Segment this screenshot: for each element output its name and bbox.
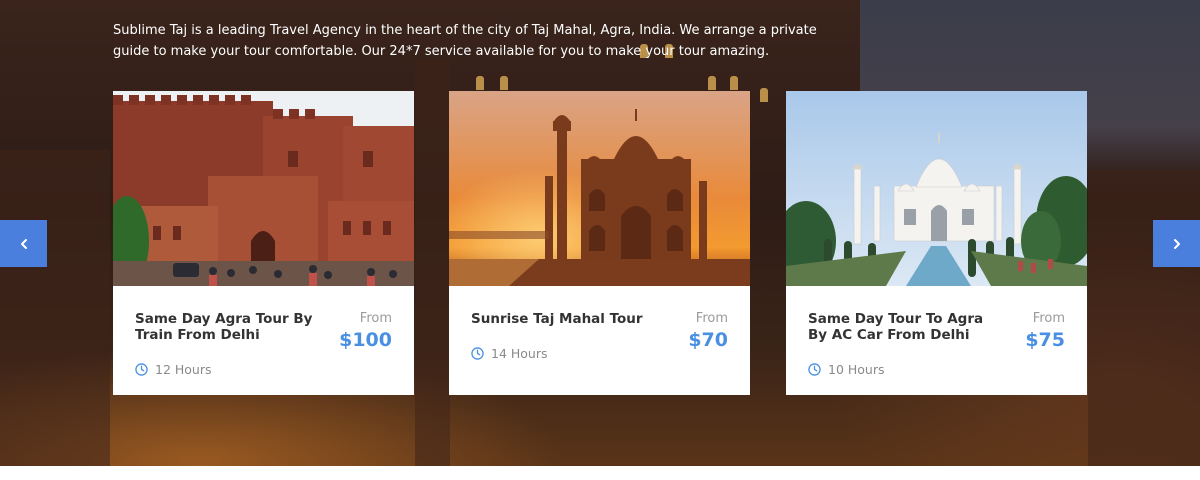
taj-mahal-sunrise-photo[interactable] <box>449 91 750 286</box>
tour-duration: 14 Hours <box>471 346 548 361</box>
taj-mahal-day-photo[interactable] <box>786 91 1087 286</box>
fort-wall-center <box>415 60 450 466</box>
tour-title[interactable]: Sunrise Taj Mahal Tour <box>471 311 653 327</box>
lit-window <box>760 88 768 102</box>
lit-window <box>730 76 738 90</box>
fort-wall-left <box>0 150 110 466</box>
duration-label: 14 Hours <box>491 346 548 361</box>
tour-duration: 12 Hours <box>135 362 212 377</box>
chevron-left-icon <box>20 238 27 249</box>
tour-price: $70 <box>688 329 728 351</box>
tour-price: $100 <box>339 329 392 351</box>
clock-icon <box>471 347 484 360</box>
clock-icon <box>135 363 148 376</box>
duration-label: 10 Hours <box>828 362 885 377</box>
fort-wall-right <box>1088 170 1200 466</box>
agra-fort-photo[interactable] <box>113 91 414 286</box>
tour-title[interactable]: Same Day Tour To Agra By AC Car From Del… <box>808 311 990 343</box>
tour-title[interactable]: Same Day Agra Tour By Train From Delhi <box>135 311 317 343</box>
duration-label: 12 Hours <box>155 362 212 377</box>
tour-card[interactable]: Same Day Tour To Agra By AC Car From Del… <box>786 91 1087 395</box>
slider-next-button[interactable] <box>1153 220 1200 267</box>
tour-price: $75 <box>1025 329 1065 351</box>
tour-card[interactable]: Sunrise Taj Mahal Tour From $70 14 Hours <box>449 91 750 395</box>
price-from-label: From <box>695 311 728 326</box>
clock-icon <box>808 363 821 376</box>
lit-window <box>708 76 716 90</box>
lit-window <box>476 76 484 90</box>
lit-window <box>500 76 508 90</box>
price-from-label: From <box>1032 311 1065 326</box>
tour-duration: 10 Hours <box>808 362 885 377</box>
intro-text: Sublime Taj is a leading Travel Agency i… <box>113 23 817 59</box>
chevron-right-icon <box>1173 238 1180 249</box>
price-from-label: From <box>359 311 392 326</box>
tour-card[interactable]: Same Day Agra Tour By Train From Delhi F… <box>113 91 414 395</box>
slider-prev-button[interactable] <box>0 220 47 267</box>
